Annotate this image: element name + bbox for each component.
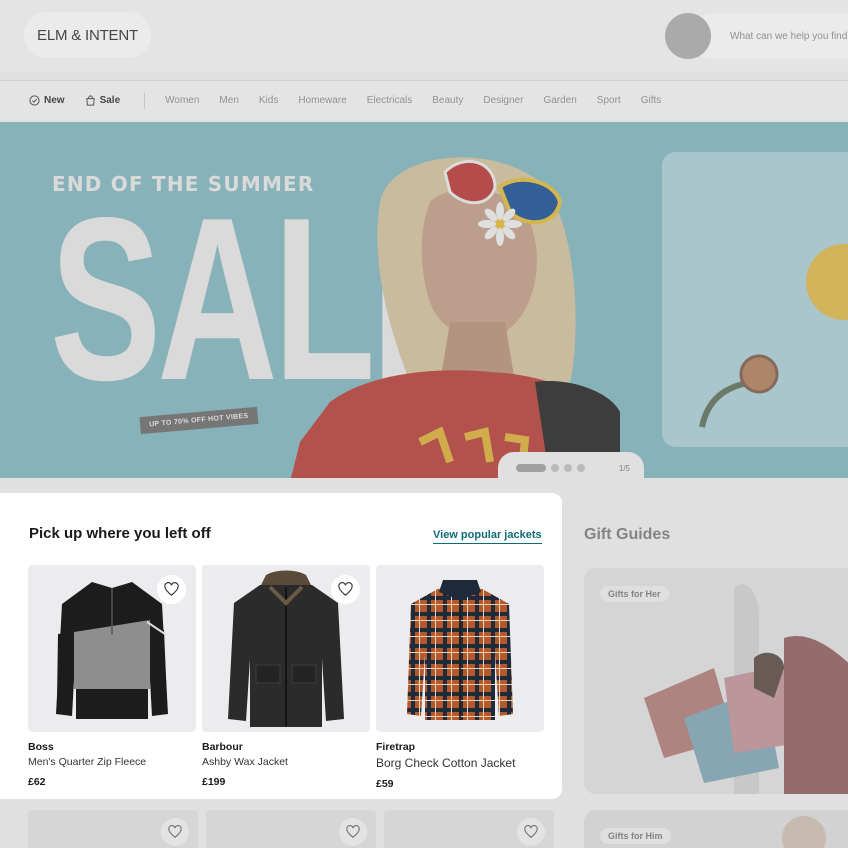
hero-model-image [291, 157, 620, 478]
favourite-button[interactable] [517, 818, 545, 846]
nav-item-label: Designer [483, 95, 524, 106]
nav-item-kids[interactable]: Kids [259, 95, 278, 106]
bag-icon [85, 95, 95, 106]
product-image-container[interactable] [376, 565, 544, 732]
recently-viewed-panel: Pick up where you left off View popular … [0, 493, 562, 799]
pager-dot[interactable] [577, 464, 585, 472]
product-card[interactable]: Barbour Ashby Wax Jacket £199 [202, 565, 370, 790]
nav-item-label: New [44, 95, 65, 106]
heart-icon [338, 582, 353, 596]
check-jacket-image [407, 579, 513, 720]
product-name[interactable]: Borg Check Cotton Jacket [376, 756, 544, 770]
pager-dot-active[interactable] [516, 464, 546, 472]
product-image-container[interactable] [202, 565, 370, 732]
heart-icon [524, 825, 538, 838]
nav-item-label: Sport [596, 95, 621, 106]
logo-text: ELM & INTENT [37, 26, 138, 44]
next-slide-image [662, 152, 848, 447]
category-nav: New Sale Women Men Kids Homeware Electri… [0, 80, 848, 120]
pager-count: 1/5 [618, 463, 630, 473]
favourite-button[interactable] [331, 575, 360, 604]
nav-item-sport[interactable]: Sport [597, 95, 621, 106]
search-placeholder: What can we help you find [730, 30, 848, 42]
carousel-pager[interactable]: 1/5 [498, 452, 644, 478]
site-header: ELM & INTENT What can we help you find [0, 0, 848, 72]
product-card[interactable]: Firetrap Borg Check Cotton Jacket £59 [376, 565, 544, 790]
product-name[interactable]: Ashby Wax Jacket [202, 756, 370, 768]
product-brand: Barbour [202, 741, 243, 753]
search-input[interactable]: What can we help you find [690, 13, 848, 59]
nav-item-garden[interactable]: Garden [543, 95, 576, 106]
pager-dot[interactable] [564, 464, 572, 472]
gift-guide-card-him[interactable]: Gifts for Him [584, 810, 848, 848]
heart-icon [164, 582, 179, 596]
nav-item-label: Electricals [366, 95, 413, 106]
nav-item-label: Gifts [640, 95, 662, 106]
hero-banner[interactable]: END OF THE SUMMER SALE UP TO 70% OFF HOT… [0, 122, 848, 478]
view-popular-jackets-link[interactable]: View popular jackets [433, 529, 542, 544]
nav-item-label: Women [165, 95, 200, 106]
nav-item-label: Beauty [432, 95, 464, 106]
nav-item-label: Kids [258, 95, 279, 106]
nav-item-beauty[interactable]: Beauty [432, 95, 463, 106]
nav-item-label: Garden [543, 95, 577, 106]
nav-item-new[interactable]: New [29, 95, 65, 106]
nav-item-label: Men [219, 95, 239, 106]
nav-divider [144, 92, 146, 109]
product-price: £59 [376, 778, 394, 790]
product-image-container[interactable] [28, 565, 196, 732]
nav-item-women[interactable]: Women [165, 95, 199, 106]
wax-jacket-image [228, 570, 344, 727]
nav-item-men[interactable]: Men [219, 95, 238, 106]
product-price: £62 [28, 776, 46, 788]
product-brand: Firetrap [376, 741, 416, 753]
nav-item-label: Homeware [298, 95, 347, 106]
product-list: Boss Men's Quarter Zip Fleece £62 Barbou… [28, 565, 544, 790]
nav-item-gifts[interactable]: Gifts [641, 95, 662, 106]
site-logo[interactable]: ELM & INTENT [24, 12, 151, 58]
nav-item-designer[interactable]: Designer [483, 95, 523, 106]
product-card[interactable]: Boss Men's Quarter Zip Fleece £62 [28, 565, 196, 790]
heart-icon [346, 825, 360, 838]
hero-next-slide-preview[interactable] [662, 152, 848, 447]
product-name[interactable]: Men's Quarter Zip Fleece [28, 756, 196, 768]
product-price: £199 [202, 776, 226, 788]
gift-guide-label: Gifts for Her [600, 586, 669, 602]
pager-dot[interactable] [551, 464, 559, 472]
nav-item-label: Sale [99, 95, 121, 106]
gift-guides-title: Gift Guides [584, 526, 671, 543]
check-circle-icon [29, 95, 40, 106]
gift-guide-label: Gifts for Him [600, 828, 671, 844]
nav-item-electricals[interactable]: Electricals [367, 95, 413, 106]
product-brand: Boss [28, 741, 54, 753]
fleece-image [56, 581, 168, 719]
heart-icon [168, 825, 182, 838]
gift-guide-card-her[interactable]: Gifts for Her [584, 568, 848, 794]
favourite-button[interactable] [157, 575, 186, 604]
account-avatar[interactable] [665, 13, 711, 59]
nav-item-homeware[interactable]: Homeware [298, 95, 346, 106]
section-title: Pick up where you left off [29, 525, 211, 542]
favourite-button[interactable] [339, 818, 367, 846]
favourite-button[interactable] [161, 818, 189, 846]
nav-item-sale[interactable]: Sale [85, 95, 121, 106]
